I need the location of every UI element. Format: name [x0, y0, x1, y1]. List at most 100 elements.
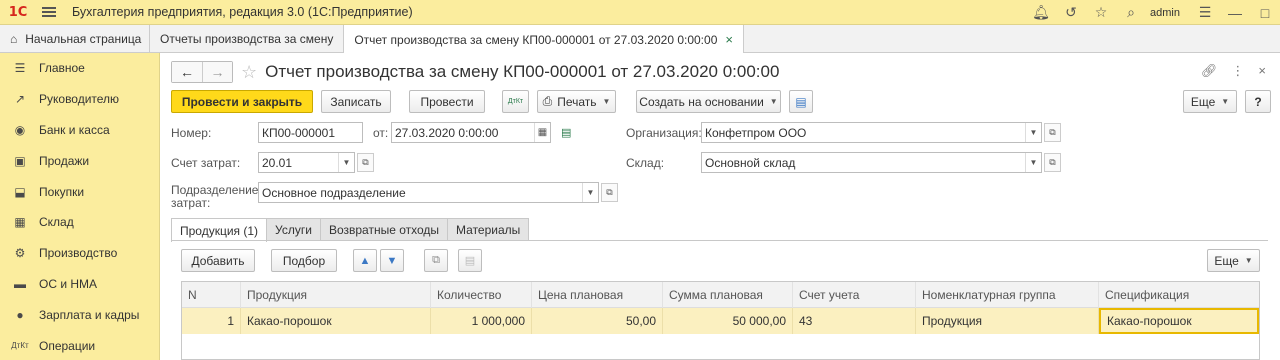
paste-icon[interactable]: ▤ [458, 249, 482, 272]
table-row[interactable]: 1 Какао-порошок 1 000,000 50,00 50 000,0… [182, 308, 1259, 334]
move-down-icon[interactable]: ▼ [380, 249, 404, 272]
bag-icon: ▣ [14, 153, 26, 168]
pick-button[interactable]: Подбор [271, 249, 337, 272]
sidebar-item-salary[interactable]: ● Зарплата и кадры [0, 299, 159, 330]
settings-menu-icon[interactable]: ☰ [1190, 0, 1220, 25]
cart-icon: ⬓ [14, 184, 26, 199]
cell-quantity[interactable]: 1 000,000 [431, 308, 532, 334]
history-icon[interactable]: ↺ [1056, 0, 1086, 25]
print-button[interactable]: ⎙ Печать ▼ [537, 90, 616, 113]
open-warehouse-icon[interactable]: ⧉ [1044, 153, 1061, 172]
command-bar: Провести и закрыть Записать Провести ДтК… [171, 90, 1271, 114]
number-field[interactable]: КП00-000001 [258, 122, 363, 143]
column-header[interactable]: Количество [431, 282, 532, 308]
open-cost-account-icon[interactable]: ⧉ [357, 153, 374, 172]
forward-icon[interactable]: → [202, 62, 232, 82]
open-department-icon[interactable]: ⧉ [601, 183, 618, 202]
cell-number[interactable]: 1 [182, 308, 241, 334]
column-header[interactable]: Счет учета [793, 282, 916, 308]
dt-kt-status-icon[interactable]: ▤ [561, 126, 571, 139]
document-form: ← → ☆ Отчет производства за смену КП00-0… [161, 53, 1280, 360]
cost-account-field[interactable]: 20.01 ▼ [258, 152, 355, 173]
cell-item-group[interactable]: Продукция [916, 308, 1099, 334]
app-logo: 1С [8, 4, 28, 20]
column-header[interactable]: Номенклатурная группа [916, 282, 1099, 308]
sidebar-item-fixed-assets[interactable]: ▬ ОС и НМА [0, 269, 159, 300]
sidebar-item-warehouse[interactable]: ▦ Склад [0, 207, 159, 238]
calendar-icon[interactable]: ▦ [534, 123, 550, 142]
close-icon[interactable]: × [1258, 63, 1266, 79]
more-vertical-icon[interactable]: ⋮ [1231, 63, 1244, 79]
printer-icon: ⎙ [542, 94, 553, 108]
cell-plan-sum[interactable]: 50 000,00 [663, 308, 793, 334]
post-and-close-button[interactable]: Провести и закрыть [171, 90, 313, 113]
minimize-icon[interactable]: — [1220, 0, 1250, 25]
column-header[interactable]: N [182, 282, 241, 308]
chevron-down-icon[interactable]: ▼ [1025, 123, 1041, 142]
sidebar-item-main[interactable]: ☰ Главное [0, 53, 159, 84]
warehouse-icon: ▦ [14, 215, 26, 230]
back-icon[interactable]: ← [172, 62, 202, 82]
open-organization-icon[interactable]: ⧉ [1044, 123, 1061, 142]
cell-account[interactable]: 43 [793, 308, 916, 334]
table-more-button[interactable]: Еще ▼ [1207, 249, 1260, 272]
column-header[interactable]: Цена плановая [532, 282, 663, 308]
department-label: Подразделение затрат: [171, 183, 259, 210]
number-label: Номер: [171, 126, 212, 140]
chevron-down-icon[interactable]: ▼ [1025, 153, 1041, 172]
sidebar-item-operations[interactable]: ДтКт Операции [0, 330, 159, 360]
dt-kt-icon: ДтКт [11, 341, 29, 351]
column-header[interactable]: Продукция [241, 282, 431, 308]
tabs-divider [171, 240, 1268, 241]
more-button[interactable]: Еще ▼ [1183, 90, 1237, 113]
column-header[interactable]: Спецификация [1099, 282, 1259, 308]
sidebar-item-bank[interactable]: ◉ Банк и касса [0, 115, 159, 146]
chevron-down-icon: ▼ [602, 97, 611, 106]
tab-materials[interactable]: Материалы [447, 218, 530, 241]
cell-product[interactable]: Какао-порошок [241, 308, 431, 334]
main-menu-icon[interactable] [42, 7, 56, 17]
warehouse-field[interactable]: Основной склад ▼ [701, 152, 1042, 173]
chevron-down-icon: ▼ [1244, 256, 1253, 265]
tab-home[interactable]: ⌂ Начальная страница [0, 25, 150, 53]
sidebar-item-manager[interactable]: ↗ Руководителю [0, 84, 159, 115]
date-field[interactable]: 27.03.2020 0:00:00 ▦ [391, 122, 551, 143]
department-field[interactable]: Основное подразделение ▼ [258, 182, 599, 203]
copy-icon[interactable]: ⧉ [424, 249, 448, 272]
create-based-on-button[interactable]: Создать на основании ▼ [636, 90, 781, 113]
link-icon[interactable]: 🔗︎ [1201, 63, 1218, 79]
maximize-icon[interactable]: □ [1250, 0, 1280, 25]
chevron-down-icon[interactable]: ▼ [338, 153, 354, 172]
sidebar-item-purchases[interactable]: ⬓ Покупки [0, 176, 159, 207]
tab-returnable-waste[interactable]: Возвратные отходы [319, 218, 449, 241]
sidebar-item-production[interactable]: ⚙ Производство [0, 238, 159, 269]
post-button[interactable]: Провести [409, 90, 485, 113]
table-header: N Продукция Количество Цена плановая Сум… [182, 282, 1259, 308]
tab-services[interactable]: Услуги [266, 218, 321, 241]
title-bar: 1С Бухгалтерия предприятия, редакция 3.0… [0, 0, 1280, 25]
tab-shift-reports[interactable]: Отчеты производства за смену [150, 25, 345, 53]
save-button[interactable]: Записать [321, 90, 391, 113]
chevron-down-icon: ▼ [1221, 97, 1230, 106]
close-tab-icon[interactable]: × [725, 32, 733, 47]
chevron-down-icon[interactable]: ▼ [582, 183, 598, 202]
tabular-sections: Продукция (1) Услуги Возвратные отходы М… [171, 218, 530, 242]
tab-products[interactable]: Продукция (1) [171, 218, 268, 242]
dt-kt-button[interactable]: ДтКт [502, 90, 529, 113]
tab-current-document[interactable]: Отчет производства за смену КП00-000001 … [344, 25, 744, 54]
user-name[interactable]: admin [1150, 7, 1180, 19]
column-header[interactable]: Сумма плановая [663, 282, 793, 308]
bell-icon[interactable]: 🔔︎ [1026, 0, 1056, 25]
cell-plan-price[interactable]: 50,00 [532, 308, 663, 334]
sidebar-item-sales[interactable]: ▣ Продажи [0, 145, 159, 176]
chart-icon: ↗ [14, 92, 26, 107]
move-up-icon[interactable]: ▲ [353, 249, 377, 272]
favorite-star-icon[interactable]: ☆ [241, 62, 257, 83]
add-button[interactable]: Добавить [181, 249, 255, 272]
search-icon[interactable]: ⌕ [1116, 0, 1146, 25]
cell-specification[interactable]: Какао-порошок [1099, 308, 1259, 334]
help-button[interactable]: ? [1245, 90, 1271, 113]
structure-icon[interactable]: ▤ [789, 90, 813, 113]
organization-field[interactable]: Конфетпром ООО ▼ [701, 122, 1042, 143]
star-icon[interactable]: ☆ [1086, 0, 1116, 25]
